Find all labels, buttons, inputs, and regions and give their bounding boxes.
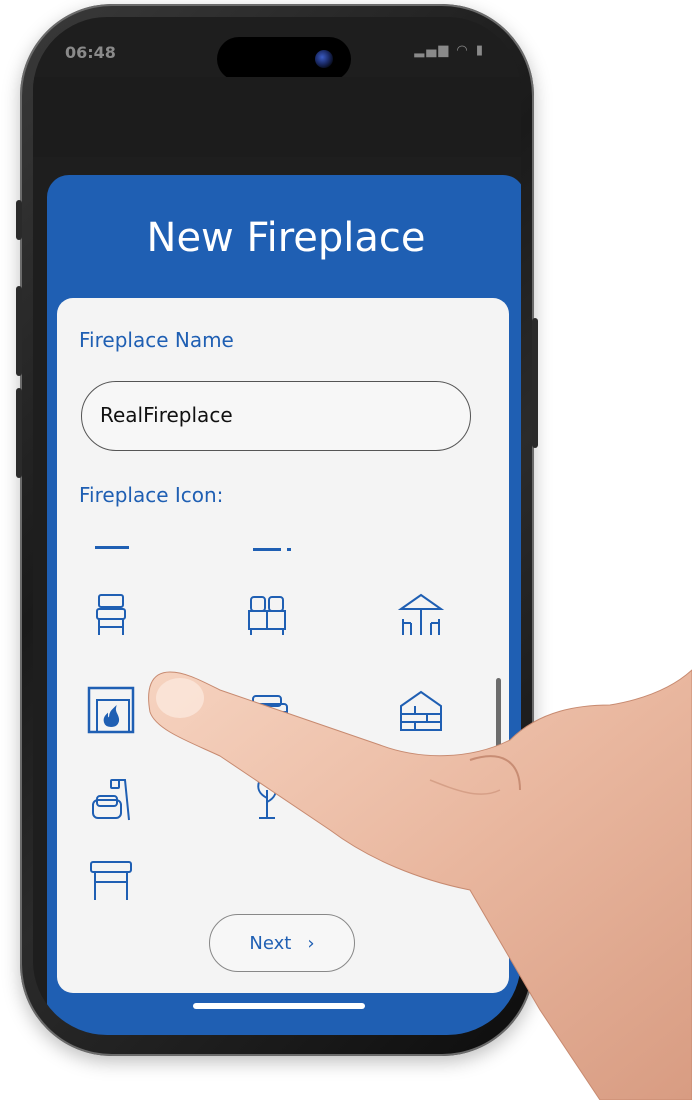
- scrollbar[interactable]: [496, 678, 501, 798]
- next-button[interactable]: Next ›: [209, 914, 355, 972]
- volume-up-button: [16, 286, 22, 376]
- table-icon[interactable]: [79, 848, 143, 908]
- icon-row-partial: [95, 546, 129, 549]
- volume-down-button: [16, 388, 22, 478]
- icon-row-partial: [253, 548, 281, 551]
- header-background: [33, 77, 521, 157]
- status-icons: ▂▄▆ ◠ ▮: [414, 43, 485, 58]
- fireplace-name-label: Fireplace Name: [79, 328, 234, 352]
- form-card: Fireplace Name RealFireplace Fireplace I…: [57, 298, 509, 993]
- chevron-right-icon: ›: [307, 932, 315, 954]
- fireplace-name-input[interactable]: RealFireplace: [81, 381, 471, 451]
- desk-lamp-icon[interactable]: [389, 768, 453, 832]
- armchair-lamp-icon[interactable]: [79, 768, 143, 832]
- chair-icon[interactable]: [79, 583, 143, 647]
- icon-row-partial: [287, 548, 291, 551]
- modal-sheet: New Fireplace Fireplace Name RealFirepla…: [47, 175, 521, 1035]
- icon-grid[interactable]: [57, 528, 487, 908]
- status-time: 06:48: [65, 43, 116, 62]
- dynamic-island: [217, 37, 351, 81]
- phone-screen: 06:48 ▂▄▆ ◠ ▮ New Fireplace Fireplace Na…: [33, 17, 521, 1035]
- home-indicator[interactable]: [193, 1003, 365, 1009]
- dresser-icon[interactable]: [235, 583, 299, 647]
- sofa-icon[interactable]: [235, 678, 299, 742]
- fireplace-icon[interactable]: [79, 678, 143, 742]
- patio-umbrella-icon[interactable]: [389, 583, 453, 647]
- plant-icon[interactable]: [235, 768, 299, 832]
- fireplace-icon-label: Fireplace Icon:: [79, 483, 224, 507]
- house-icon[interactable]: [389, 678, 453, 742]
- action-button: [16, 200, 22, 240]
- next-button-label: Next: [249, 932, 292, 954]
- page-title: New Fireplace: [146, 215, 426, 261]
- power-button: [532, 318, 538, 448]
- camera-icon: [315, 50, 333, 68]
